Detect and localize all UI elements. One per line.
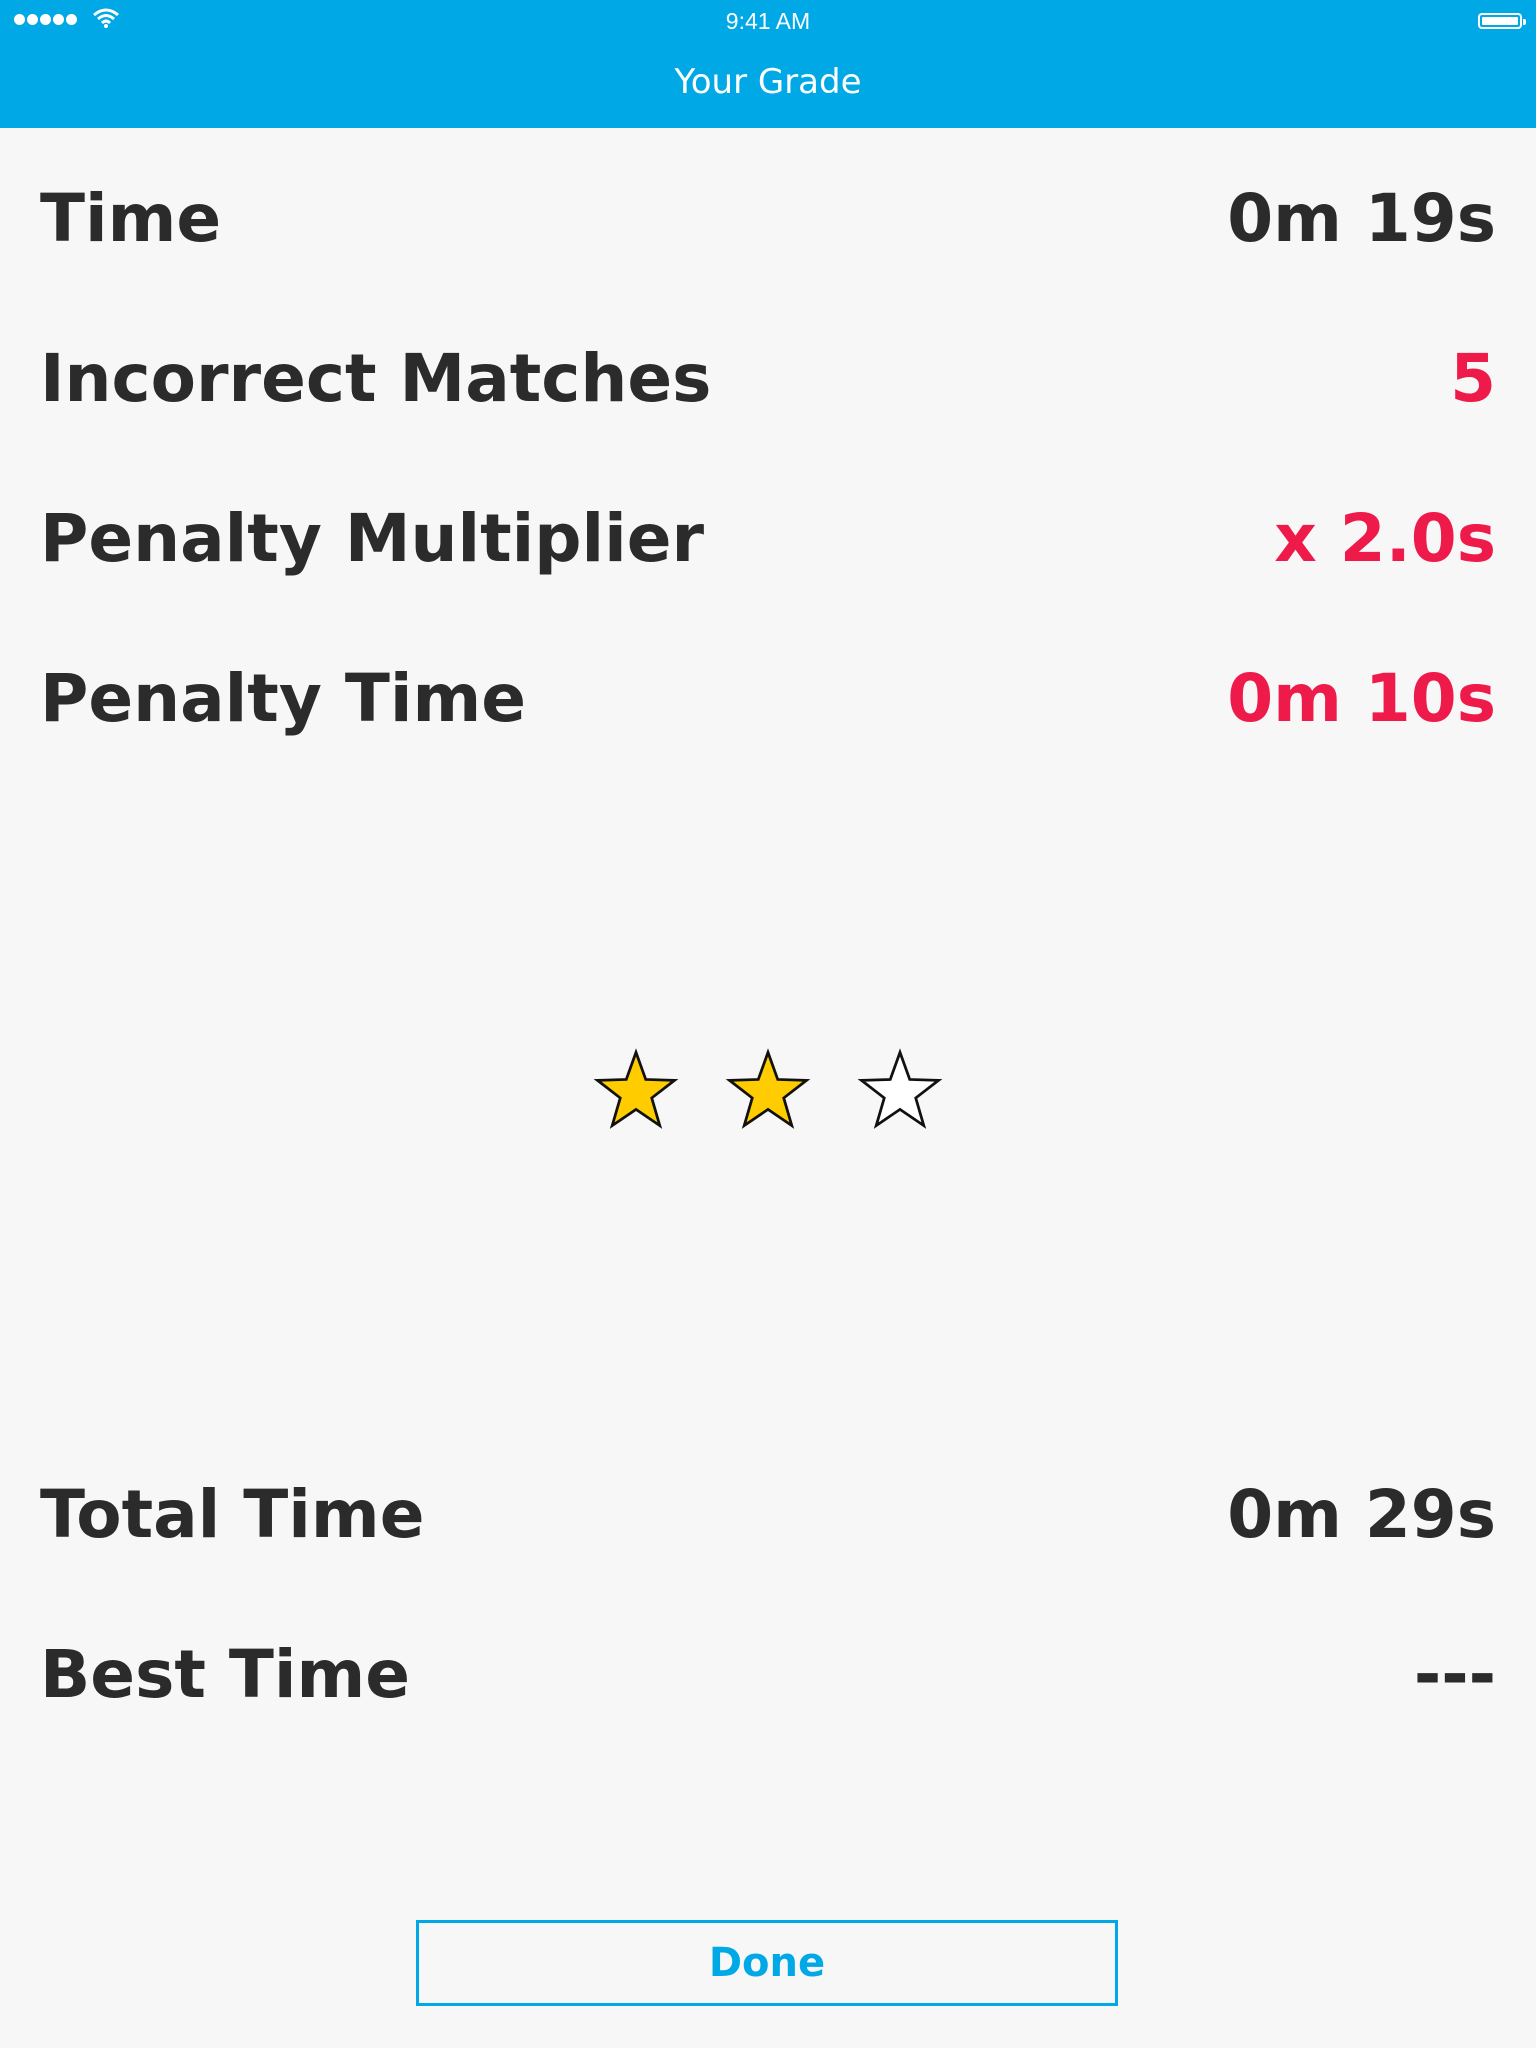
star-filled-icon [725, 1048, 811, 1129]
stat-value: 0m 29s [1227, 1475, 1496, 1553]
star-rating [0, 1045, 1536, 1145]
stat-row-penalty-time: Penalty Time 0m 10s [40, 648, 1496, 748]
stat-label: Total Time [40, 1475, 425, 1553]
stat-value: 5 [1450, 339, 1496, 417]
header-bar: 9:41 AM Your Grade [0, 0, 1536, 128]
stat-value: --- [1413, 1635, 1496, 1713]
stat-label: Penalty Multiplier [40, 499, 705, 577]
star-empty-icon [857, 1048, 943, 1129]
stat-value: 0m 19s [1227, 179, 1496, 257]
battery-icon [1478, 13, 1526, 29]
stat-row-best-time: Best Time --- [40, 1624, 1496, 1724]
stat-label: Penalty Time [40, 659, 527, 737]
stat-value: x 2.0s [1274, 499, 1496, 577]
stat-row-penalty-multiplier: Penalty Multiplier x 2.0s [40, 488, 1496, 588]
page-title: Your Grade [674, 62, 862, 102]
done-button[interactable]: Done [416, 1920, 1118, 2006]
stat-label: Incorrect Matches [40, 339, 712, 417]
stat-value: 0m 10s [1227, 659, 1496, 737]
stat-row-time: Time 0m 19s [40, 168, 1496, 268]
star-filled-icon [593, 1048, 679, 1129]
status-time: 9:41 AM [725, 8, 811, 34]
stat-row-total-time: Total Time 0m 29s [40, 1464, 1496, 1564]
stat-label: Time [40, 179, 222, 257]
stat-label: Best Time [40, 1635, 411, 1713]
stat-row-incorrect-matches: Incorrect Matches 5 [40, 328, 1496, 428]
